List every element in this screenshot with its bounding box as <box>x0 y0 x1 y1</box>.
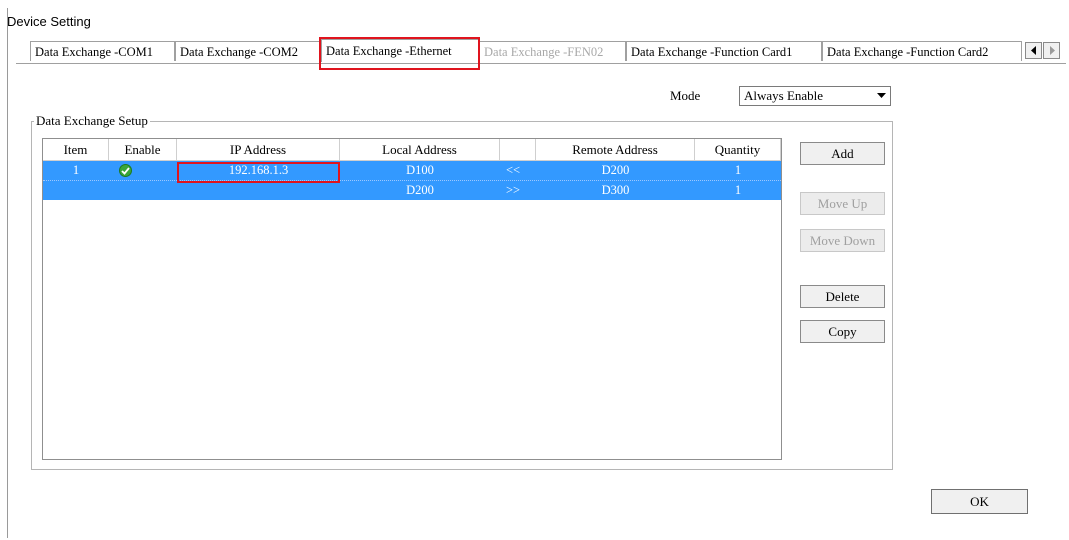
window-title: Device Setting <box>7 14 91 29</box>
tab-com2[interactable]: Data Exchange -COM2 <box>175 41 320 61</box>
mode-label: Mode <box>670 88 701 103</box>
cell-item: 1 <box>72 163 80 177</box>
cell-local-address: D100 <box>406 163 434 177</box>
column-header-ip-address[interactable]: IP Address <box>177 139 340 161</box>
column-header-direction[interactable] <box>500 139 536 161</box>
tab-ethernet[interactable]: Data Exchange -Ethernet <box>321 39 479 62</box>
cell-direction: << <box>506 163 521 177</box>
tab-function-card1[interactable]: Data Exchange -Function Card1 <box>626 41 822 61</box>
green-check-icon <box>119 164 132 177</box>
table-row[interactable]: 1 192.168.1.3 D100 << D200 1 <box>43 161 781 181</box>
copy-button[interactable]: Copy <box>800 320 885 343</box>
cell-item <box>43 181 109 200</box>
column-header-remote-address[interactable]: Remote Address <box>536 139 695 161</box>
tab-scroll-buttons <box>1025 42 1061 59</box>
tab-divider <box>16 63 1066 64</box>
tab-scroll-right-button[interactable] <box>1043 42 1060 59</box>
column-header-item[interactable]: Item <box>43 139 109 161</box>
column-header-local-address[interactable]: Local Address <box>340 139 500 161</box>
cell-local-address: D200 <box>406 183 434 197</box>
cell-quantity: 1 <box>734 183 742 197</box>
group-label: Data Exchange Setup <box>34 113 150 129</box>
column-header-quantity[interactable]: Quantity <box>695 139 781 161</box>
add-button[interactable]: Add <box>800 142 885 165</box>
triangle-right-icon <box>1049 46 1055 55</box>
mode-select[interactable]: Always Enable <box>739 86 891 106</box>
cell-remote-address: D300 <box>601 183 630 197</box>
cell-direction: >> <box>506 183 521 197</box>
mode-select-value: Always Enable <box>744 88 824 103</box>
move-down-button: Move Down <box>800 229 885 252</box>
cell-enable[interactable] <box>109 161 177 180</box>
cell-quantity: 1 <box>734 163 742 177</box>
cell-ip-address[interactable] <box>177 181 340 200</box>
chevron-down-icon[interactable] <box>874 89 888 103</box>
table-row[interactable]: D200 >> D300 1 <box>43 181 781 200</box>
tab-fen02: Data Exchange -FEN02 <box>479 41 626 61</box>
cell-enable[interactable] <box>109 181 177 200</box>
cell-ip-address[interactable]: 192.168.1.3 <box>177 161 340 180</box>
ok-button[interactable]: OK <box>931 489 1028 514</box>
tab-function-card2[interactable]: Data Exchange -Function Card2 <box>822 41 1022 61</box>
triangle-left-icon <box>1030 46 1036 55</box>
tab-com1[interactable]: Data Exchange -COM1 <box>30 41 175 61</box>
cell-remote-address: D200 <box>601 163 630 177</box>
tab-scroll-left-button[interactable] <box>1025 42 1042 59</box>
move-up-button: Move Up <box>800 192 885 215</box>
delete-button[interactable]: Delete <box>800 285 885 308</box>
column-header-enable[interactable]: Enable <box>109 139 177 161</box>
data-exchange-table[interactable]: Item Enable IP Address Local Address Rem… <box>42 138 782 460</box>
table-header: Item Enable IP Address Local Address Rem… <box>43 139 781 161</box>
